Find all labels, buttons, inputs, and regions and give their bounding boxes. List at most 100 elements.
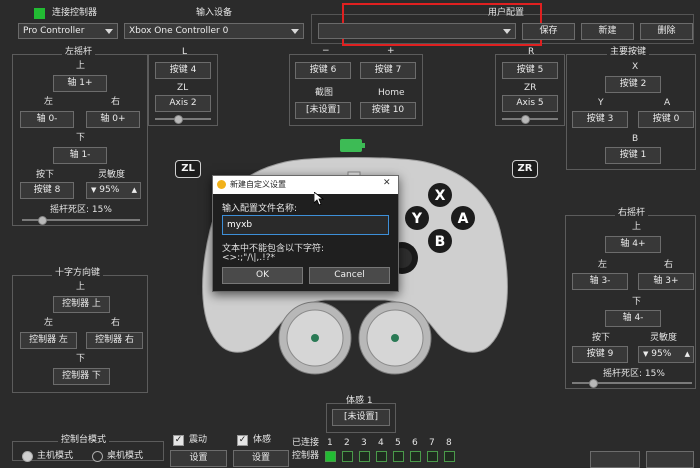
capture-label: 截图 (315, 88, 334, 98)
left-stick-sensitivity-label: 灵敏度 (98, 170, 126, 180)
capture-button[interactable]: [未设置] (295, 102, 351, 119)
dpad-title: 十字方向键 (52, 268, 104, 279)
motion-checkbox[interactable]: ✓ (237, 435, 248, 446)
right-stick-up-label: 上 (632, 222, 642, 232)
slider-thumb[interactable] (173, 115, 183, 124)
left-stick-left-label: 左 (44, 97, 54, 107)
slider-thumb[interactable] (520, 115, 530, 124)
port-number: 7 (429, 438, 435, 448)
battery-tip (362, 143, 365, 148)
connected-controller-title: 连接控制器 (52, 8, 98, 18)
left-stick-deadzone-slider[interactable] (22, 216, 140, 225)
face-x-button[interactable]: 按键 2 (605, 76, 661, 93)
left-stick-press-button[interactable]: 按键 8 (20, 182, 74, 199)
face-b-label: B (632, 134, 639, 144)
port-indicator (376, 451, 387, 462)
left-stick-right-button[interactable]: 轴 0+ (86, 111, 140, 128)
dpad-down-button[interactable]: 控制器 下 (53, 368, 110, 385)
motion-button[interactable]: [未设置] (332, 409, 390, 426)
plus-button[interactable]: 按键 7 (360, 62, 416, 79)
profile-name-input[interactable]: myxb (222, 215, 389, 235)
port-number: 1 (327, 438, 333, 448)
input-device-select[interactable]: Xbox One Controller 0 (124, 23, 304, 39)
port-number: 4 (378, 438, 384, 448)
zl-range-slider[interactable] (155, 115, 211, 124)
face-b-button[interactable]: 按键 1 (605, 147, 661, 164)
motion-enable-label: 体感 (253, 435, 272, 445)
port-number: 3 (361, 438, 367, 448)
home-label: Home (378, 88, 405, 98)
dpad-right-button[interactable]: 控制器 右 (86, 332, 143, 349)
profile-select[interactable] (318, 23, 516, 39)
right-stick-left-label: 左 (598, 260, 608, 270)
dpad-right-label: 右 (111, 318, 121, 328)
face-a-glyph: A (458, 211, 469, 227)
right-stick-sensitivity-spin[interactable]: ▼ 95% ▲ (638, 346, 694, 363)
face-a-button[interactable]: 按键 0 (638, 111, 694, 128)
desktop-mode-label: 桌机模式 (107, 451, 144, 461)
vibration-settings-button[interactable]: 设置 (170, 450, 227, 467)
port-number: 6 (412, 438, 418, 448)
dpad-left-button[interactable]: 控制器 左 (20, 332, 77, 349)
left-stick-right-label: 右 (111, 97, 121, 107)
left-stick-deadzone-label: 摇杆死区: 15% (50, 205, 112, 215)
left-stick-up-button[interactable]: 轴 1+ (53, 75, 107, 92)
right-stick-right-button[interactable]: 轴 3+ (638, 273, 694, 290)
bottom-right-button-2[interactable] (646, 451, 694, 468)
face-y-button[interactable]: 按键 3 (572, 111, 628, 128)
spin-up-icon: ▲ (684, 350, 690, 358)
face-y-label: Y (598, 98, 604, 108)
port-number: 2 (344, 438, 350, 448)
bottom-right-button[interactable] (590, 451, 640, 468)
right-stick-left-button[interactable]: 轴 3- (572, 273, 628, 290)
zr-button[interactable]: Axis 5 (502, 95, 558, 112)
right-stick-up-button[interactable]: 轴 4+ (605, 236, 661, 253)
right-stick-right-label: 右 (664, 260, 674, 270)
slider-track (502, 118, 558, 120)
r-button[interactable]: 按键 5 (502, 62, 558, 79)
motion-settings-button[interactable]: 设置 (233, 450, 289, 467)
vibration-checkbox[interactable]: ✓ (173, 435, 184, 446)
right-stick-press-button[interactable]: 按键 9 (572, 346, 628, 363)
controller-select[interactable]: Pro Controller (18, 23, 118, 39)
console-mode-title: 控制台模式 (58, 435, 110, 446)
left-stick-title: 左摇杆 (62, 47, 96, 58)
dpad-left-label: 左 (44, 318, 54, 328)
home-button[interactable]: 按键 10 (360, 102, 416, 119)
left-stick-left-button[interactable]: 轴 0- (20, 111, 74, 128)
spin-down-icon: ▼ (643, 350, 649, 358)
slider-thumb[interactable] (588, 379, 598, 388)
user-profile-title: 用户配置 (488, 8, 525, 18)
face-x-label: X (632, 62, 639, 72)
slider-thumb[interactable] (38, 216, 48, 225)
right-stick-sensitivity-value: 95% (651, 349, 672, 359)
dpad-up-button[interactable]: 控制器 上 (53, 296, 110, 313)
minus-button[interactable]: 按键 6 (295, 62, 351, 79)
handheld-mode-label: 主机模式 (37, 451, 74, 461)
close-icon[interactable]: ✕ (383, 178, 391, 188)
port-number: 5 (395, 438, 401, 448)
controller-row-label: 控制器 (292, 451, 320, 461)
cancel-button[interactable]: Cancel (309, 267, 390, 284)
left-stick-sensitivity-spin[interactable]: ▼ 95% ▲ (86, 182, 141, 199)
l-button[interactable]: 按键 4 (155, 62, 211, 79)
new-button[interactable]: 新建 (581, 23, 634, 40)
zl-button[interactable]: Axis 2 (155, 95, 211, 112)
vibration-label: 震动 (189, 435, 208, 445)
face-y-glyph: Y (411, 211, 423, 227)
right-stick-down-button[interactable]: 轴 4- (605, 310, 661, 327)
zl-label: ZL (177, 83, 189, 93)
ok-button[interactable]: OK (222, 267, 303, 284)
handheld-mode-radio[interactable] (22, 451, 33, 462)
dialog-forbidden-chars: <>:;"/\|,.!?* (222, 253, 275, 263)
dialog-prompt: 输入配置文件名称: (222, 204, 298, 214)
zr-label: ZR (524, 83, 537, 93)
chevron-down-icon (105, 29, 113, 34)
left-stick-down-button[interactable]: 轴 1- (53, 147, 107, 164)
zr-range-slider[interactable] (502, 115, 558, 124)
left-stick-center (311, 334, 319, 342)
desktop-mode-radio[interactable] (92, 451, 103, 462)
save-button[interactable]: 保存 (522, 23, 575, 40)
right-stick-deadzone-slider[interactable] (572, 379, 692, 388)
delete-button[interactable]: 删除 (640, 23, 693, 40)
